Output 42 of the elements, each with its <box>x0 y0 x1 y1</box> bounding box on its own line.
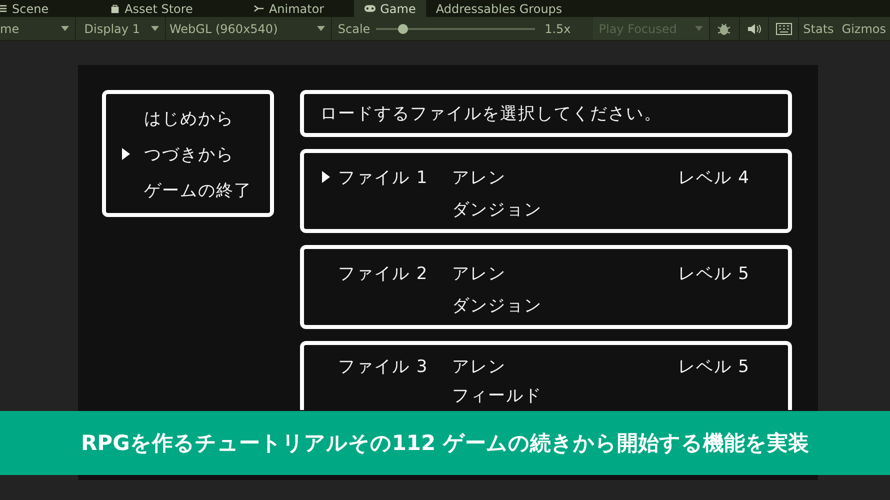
editor-tab[interactable]: Scene <box>0 0 59 17</box>
editor-tab[interactable]: Asset Store <box>98 0 203 17</box>
editor-tab[interactable]: Animator <box>242 0 334 17</box>
caret-icon <box>150 26 159 31</box>
editor-tab[interactable]: Game <box>354 0 426 17</box>
character-name: アレン <box>452 262 507 284</box>
caret-icon <box>61 26 70 31</box>
menu-item[interactable]: ゲームの終了 <box>144 178 252 202</box>
speaker-icon <box>746 22 761 34</box>
caret-icon <box>694 26 703 31</box>
banner-title: RPGを作るチュートリアルその112 ゲームの続きから開始する機能を実装 <box>81 430 809 457</box>
message-text: ロードするファイルを選択してください。 <box>320 103 662 125</box>
menu-item[interactable]: つづきから <box>144 142 234 166</box>
bag-icon <box>108 3 121 14</box>
character-level: レベル 5 <box>678 356 750 378</box>
character-level: レベル 4 <box>678 166 750 188</box>
file-number: ファイル 1 <box>338 166 430 188</box>
resolution-dropdown[interactable]: WebGL (960x540) <box>166 17 332 40</box>
file-number: ファイル 2 <box>338 262 430 284</box>
file-number: ファイル 3 <box>338 356 430 378</box>
display-dropdown[interactable]: Display 1 <box>76 17 166 40</box>
character-level: レベル 5 <box>678 262 750 284</box>
bug-icon <box>717 22 732 36</box>
character-name: アレン <box>452 166 507 188</box>
save-location: ダンジョン <box>452 294 543 316</box>
save-location: フィールド <box>452 384 543 406</box>
character-name: アレン <box>452 356 507 378</box>
editor-tab[interactable]: Addressables Groups <box>426 0 572 17</box>
view-dropdown[interactable]: me <box>0 17 76 40</box>
gamepad-icon <box>364 3 376 14</box>
save-location: ダンジョン <box>452 198 543 220</box>
scale-slider[interactable] <box>376 22 535 34</box>
save-file-slot[interactable]: ファイル 1 アレン レベル 4 ダンジョン <box>300 149 792 233</box>
scale-value: 1.5x <box>544 22 572 36</box>
gizmos-button[interactable]: Gizmos <box>838 17 890 40</box>
keyboard-icon <box>776 22 792 34</box>
animator-icon <box>252 3 265 14</box>
caret-icon <box>316 26 325 31</box>
save-file-slot[interactable]: ファイル 2 アレン レベル 5 ダンジョン <box>300 245 792 329</box>
stats-button[interactable]: Stats <box>799 17 838 40</box>
menu-item[interactable]: はじめから <box>144 106 234 130</box>
scale-label: Scale <box>336 22 372 36</box>
